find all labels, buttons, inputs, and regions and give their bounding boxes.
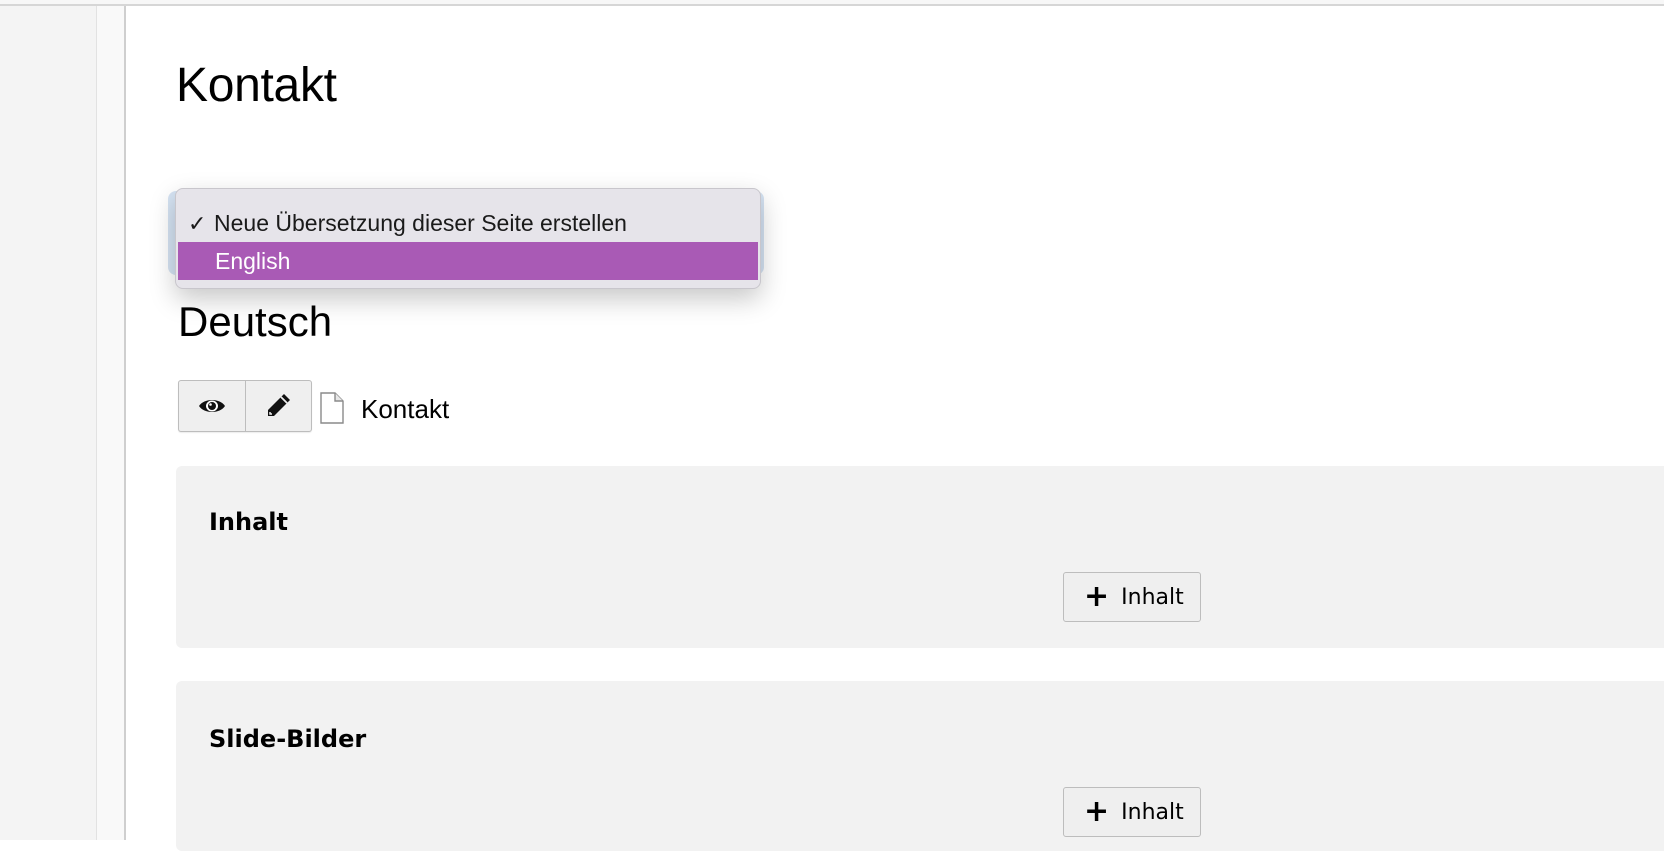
eye-icon xyxy=(198,396,226,416)
content-area-title: Inhalt xyxy=(209,508,288,536)
main-content: Kontakt ✓Neue Übersetzung dieser Seite e… xyxy=(128,6,1664,840)
dropdown-option-english[interactable]: English xyxy=(178,242,758,280)
edit-page-button[interactable] xyxy=(245,381,312,431)
add-content-button[interactable]: + Inhalt xyxy=(1063,572,1201,622)
page-name-link[interactable]: Kontakt xyxy=(361,394,449,425)
content-area-inhalt: Inhalt + Inhalt xyxy=(176,466,1664,648)
content-area-slide-bilder: Slide-Bilder + Inhalt xyxy=(176,681,1664,851)
language-select-dropdown[interactable]: ✓Neue Übersetzung dieser Seite erstellen… xyxy=(175,188,761,289)
add-content-button[interactable]: + Inhalt xyxy=(1063,787,1201,837)
page-title: Kontakt xyxy=(176,58,337,113)
dropdown-option-label: English xyxy=(215,248,290,274)
pencil-icon xyxy=(263,391,293,421)
dropdown-option-new-translation[interactable]: ✓Neue Übersetzung dieser Seite erstellen xyxy=(176,204,760,242)
plus-icon: + xyxy=(1084,582,1109,612)
content-area-title: Slide-Bilder xyxy=(209,725,366,753)
add-content-label: Inhalt xyxy=(1121,800,1184,825)
dropdown-option-label: Neue Übersetzung dieser Seite erstellen xyxy=(214,210,627,236)
page-action-buttons xyxy=(178,380,312,432)
document-icon xyxy=(320,392,344,429)
view-page-button[interactable] xyxy=(179,381,245,431)
add-content-label: Inhalt xyxy=(1121,585,1184,610)
language-heading: Deutsch xyxy=(178,298,332,346)
checkmark-icon: ✓ xyxy=(188,205,214,243)
page-tree-rail xyxy=(96,6,126,840)
plus-icon: + xyxy=(1084,797,1109,827)
module-menu-rail xyxy=(0,6,96,840)
